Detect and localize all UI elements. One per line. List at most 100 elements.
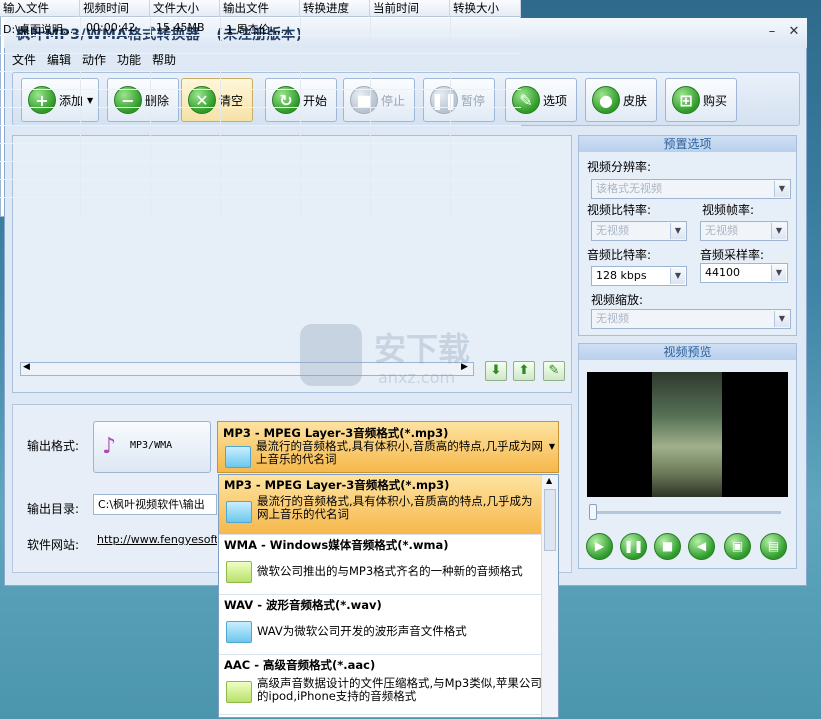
pause-icon[interactable]: ❚❚ bbox=[620, 533, 647, 560]
column-header[interactable]: 转换进度 bbox=[300, 0, 370, 17]
minimize-button[interactable]: – bbox=[764, 24, 780, 40]
chevron-down-icon: ▼ bbox=[548, 442, 555, 451]
format-dropdown-list[interactable]: MP3 - MPEG Layer-3音频格式(*.mp3) 最流行的音频格式,具… bbox=[218, 474, 559, 718]
start-button[interactable]: ↻ 开始 bbox=[265, 78, 337, 122]
format-category-button[interactable]: ♪ MP3/WMA bbox=[93, 421, 211, 473]
stop-button[interactable]: ■ 停止 bbox=[343, 78, 415, 122]
options-button[interactable]: ✎ 选项 bbox=[505, 78, 577, 122]
pause-button[interactable]: ❚❚ 暂停 bbox=[423, 78, 495, 122]
clear-button[interactable]: ✕ 清空 bbox=[181, 78, 253, 122]
buy-label: 购买 bbox=[703, 93, 728, 108]
preset-options-panel: 预置选项 视频分辨率: 该格式无视频 ▼ 视频比特率: 视频帧率: 无视频 ▼ 无视… bbox=[578, 135, 797, 336]
cell-video-time: 00:00:42 bbox=[86, 21, 136, 34]
option-desc: 微软公司推出的与MP3格式齐名的一种新的音频格式 bbox=[257, 564, 523, 578]
file-list-panel bbox=[12, 135, 572, 393]
clear-label: 清空 bbox=[219, 93, 244, 108]
video-bitrate-label: 视频比特率: bbox=[587, 203, 652, 217]
folder-icon bbox=[226, 621, 252, 643]
folder-icon bbox=[225, 446, 251, 468]
format-option-wma[interactable]: WMA - Windows媒体音频格式(*.wma) 微软公司推出的与MP3格式… bbox=[219, 535, 542, 595]
chevron-down-icon: ▼ bbox=[670, 268, 685, 284]
format-option-aac[interactable]: AAC - 高级音频格式(*.aac) 高级声音数据设计的文件压缩格式,与Mp3… bbox=[219, 655, 542, 715]
move-down-button[interactable]: ⬇ bbox=[485, 361, 507, 381]
table-header: 输入文件 视频时间 文件大小 输出文件 转换进度 当前时间 转换大小 bbox=[0, 0, 521, 17]
audio-bitrate-select[interactable]: 128 kbps ▼ bbox=[591, 266, 687, 286]
edit-button[interactable]: ✎ bbox=[543, 361, 565, 381]
site-label: 软件网站: bbox=[27, 538, 80, 552]
scroll-right-icon[interactable]: ▶ bbox=[461, 362, 468, 372]
stop-label: 停止 bbox=[381, 93, 406, 108]
add-button[interactable]: + 添加 ▼ bbox=[21, 78, 99, 122]
delete-label: 删除 bbox=[145, 93, 170, 108]
option-title: MP3 - MPEG Layer-3音频格式(*.mp3) bbox=[224, 478, 450, 492]
folder-icon bbox=[226, 561, 252, 583]
dropdown-scrollbar[interactable]: ▲ bbox=[541, 475, 558, 717]
format-select[interactable]: MP3 - MPEG Layer-3音频格式(*.mp3) 最流行的音频格式,具… bbox=[217, 421, 559, 473]
stop-icon: ■ bbox=[350, 86, 378, 114]
video-bitrate-select[interactable]: 无视频 ▼ bbox=[591, 221, 687, 241]
cell-file-size: 15.45MB bbox=[156, 21, 205, 34]
plus-icon: + bbox=[28, 86, 56, 114]
scroll-thumb[interactable] bbox=[544, 489, 556, 551]
video-framerate-select[interactable]: 无视频 ▼ bbox=[700, 221, 788, 241]
seek-track[interactable] bbox=[591, 511, 781, 514]
chevron-down-icon: ▼ bbox=[774, 181, 789, 197]
output-dir-input[interactable]: C:\枫叶视频软件\输出 bbox=[93, 494, 217, 515]
chevron-down-icon[interactable]: ▼ bbox=[87, 96, 93, 105]
audio-bitrate-value: 128 kbps bbox=[596, 269, 647, 282]
snapshot-icon[interactable]: ▣ bbox=[724, 533, 751, 560]
video-thumbnail bbox=[652, 372, 722, 497]
video-frame bbox=[587, 372, 788, 497]
column-header[interactable]: 输出文件 bbox=[220, 0, 300, 17]
option-desc: 最流行的音频格式,具有体积小,音质高的特点,几乎成为网上音乐的代名词 bbox=[257, 494, 533, 521]
column-header[interactable]: 当前时间 bbox=[370, 0, 450, 17]
scroll-up-icon[interactable]: ▲ bbox=[546, 476, 552, 485]
volume-icon[interactable]: ◀ bbox=[688, 533, 715, 560]
close-button[interactable]: ✕ bbox=[786, 24, 802, 40]
play-icon[interactable]: ▶ bbox=[586, 533, 613, 560]
video-scale-select[interactable]: 无视频 ▼ bbox=[591, 309, 791, 329]
folder-icon[interactable]: ▤ bbox=[760, 533, 787, 560]
buy-button[interactable]: ⊞ 购买 bbox=[665, 78, 737, 122]
video-framerate-value: 无视频 bbox=[705, 224, 738, 237]
video-framerate-label: 视频帧率: bbox=[702, 203, 755, 217]
clear-x-icon: ✕ bbox=[188, 86, 216, 114]
option-title: AAC - 高级音频格式(*.aac) bbox=[224, 658, 376, 672]
skin-label: 皮肤 bbox=[623, 93, 648, 108]
video-bitrate-value: 无视频 bbox=[596, 224, 629, 237]
audio-bitrate-label: 音频比特率: bbox=[587, 248, 652, 262]
cart-icon: ⊞ bbox=[672, 86, 700, 114]
start-label: 开始 bbox=[303, 93, 328, 108]
video-resolution-select[interactable]: 该格式无视频 ▼ bbox=[591, 179, 791, 199]
scroll-left-icon[interactable]: ◀ bbox=[23, 362, 30, 372]
option-title: WMA - Windows媒体音频格式(*.wma) bbox=[224, 538, 449, 552]
seek-thumb[interactable] bbox=[589, 504, 597, 520]
menu-bar: 文件 编辑 动作 功能 帮助 bbox=[4, 48, 807, 70]
minus-icon: − bbox=[114, 86, 142, 114]
video-resolution-label: 视频分辨率: bbox=[587, 160, 652, 174]
options-label: 选项 bbox=[543, 93, 568, 108]
pause-label: 暂停 bbox=[461, 93, 486, 108]
delete-button[interactable]: − 删除 bbox=[107, 78, 179, 122]
column-header[interactable]: 文件大小 bbox=[150, 0, 220, 17]
chevron-down-icon: ▼ bbox=[771, 265, 786, 281]
column-header[interactable]: 输入文件 bbox=[0, 0, 80, 17]
column-header[interactable]: 视频时间 bbox=[80, 0, 150, 17]
output-dir-label: 输出目录: bbox=[27, 502, 80, 516]
website-link[interactable]: http://www.fengyesoft.c bbox=[97, 533, 217, 546]
format-option-wav[interactable]: WAV - 波形音频格式(*.wav) WAV为微软公司开发的波形声音文件格式 bbox=[219, 595, 542, 655]
video-resolution-value: 该格式无视频 bbox=[596, 182, 662, 195]
refresh-icon: ↻ bbox=[272, 86, 300, 114]
horizontal-scrollbar[interactable]: ◀ ▶ bbox=[20, 362, 474, 376]
stop-icon[interactable]: ■ bbox=[654, 533, 681, 560]
folder-icon bbox=[226, 501, 252, 523]
format-option-mp3[interactable]: MP3 - MPEG Layer-3音频格式(*.mp3) 最流行的音频格式,具… bbox=[219, 475, 542, 535]
audio-samplerate-select[interactable]: 44100 ▼ bbox=[700, 263, 788, 283]
music-note-icon: ♪ bbox=[102, 434, 117, 459]
audio-samplerate-label: 音频采样率: bbox=[700, 248, 765, 262]
column-header[interactable]: 转换大小 bbox=[450, 0, 521, 17]
tools-icon: ✎ bbox=[512, 86, 540, 114]
skin-button[interactable]: ● 皮肤 bbox=[585, 78, 657, 122]
option-desc: 高级声音数据设计的文件压缩格式,与Mp3类似,苹果公司的ipod,iPhone支… bbox=[257, 676, 542, 703]
move-up-button[interactable]: ⬆ bbox=[513, 361, 535, 381]
